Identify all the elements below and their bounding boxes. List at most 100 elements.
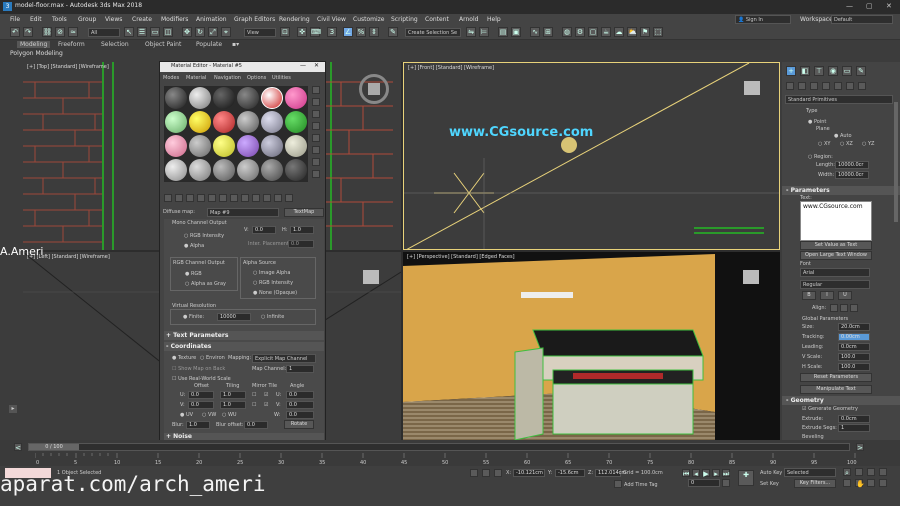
map-name-field[interactable]: Map #9 (207, 208, 279, 217)
key-filters-button[interactable]: Key Filters... (794, 479, 836, 488)
sample-slot[interactable] (189, 87, 211, 109)
radio-xz[interactable]: ○ XZ (840, 141, 853, 147)
blur-offset-field[interactable]: 0.0 (244, 421, 268, 429)
lock-selection-icon[interactable] (482, 469, 490, 477)
bind-spacewarp-icon[interactable]: ≈ (68, 27, 78, 37)
radio-texture[interactable]: ● Texture (172, 355, 196, 361)
make-preview-icon[interactable] (312, 146, 320, 154)
toggle-ribbon-icon[interactable]: ▣ (511, 27, 521, 37)
hscale-field[interactable]: 100.0 (838, 363, 870, 371)
show-shaded-icon[interactable] (252, 194, 260, 202)
go-start-icon[interactable]: ⏮ (682, 469, 690, 478)
sample-uv-icon[interactable] (312, 122, 320, 130)
modify-tab-icon[interactable]: ◧ (800, 66, 810, 76)
unlink-icon[interactable]: ⊘ (55, 27, 65, 37)
close-icon[interactable]: ✕ (886, 2, 892, 10)
v-field[interactable]: 0.0 (252, 226, 276, 234)
sample-slot[interactable] (165, 159, 187, 181)
helpers-icon[interactable] (834, 82, 842, 90)
go-end-icon[interactable]: ⏭ (722, 469, 730, 478)
font-dropdown[interactable]: Arial (800, 268, 870, 277)
tab-object-paint[interactable]: Object Paint (145, 41, 181, 48)
u-offset-field[interactable]: 0.0 (188, 391, 214, 399)
generate-geometry-checkbox[interactable]: ☑ Generate Geometry (802, 406, 858, 412)
play-icon[interactable]: ▶ (702, 469, 710, 478)
sample-slot[interactable] (189, 111, 211, 133)
create-tab-icon[interactable]: + (786, 66, 796, 76)
finite-field[interactable]: 10000 (217, 313, 251, 321)
named-selection-dropdown[interactable]: Create Selection Se (405, 28, 461, 37)
menu-graph-editors[interactable]: Graph Editors (234, 16, 275, 23)
menu-views[interactable]: Views (105, 16, 122, 23)
select-by-name-icon[interactable]: ☰ (137, 27, 147, 37)
render-setup-icon[interactable]: ⚙ (575, 27, 585, 37)
ribbon-options-icon[interactable]: ▪▾ (232, 41, 239, 48)
radio-uv[interactable]: ● UV (180, 412, 193, 418)
length-field[interactable]: 10000.0cr (835, 161, 869, 169)
rollout-parameters[interactable]: - Parameters (782, 186, 900, 195)
reset-parameters-button[interactable]: Reset Parameters (800, 373, 872, 382)
zoom-extents-icon[interactable] (867, 468, 875, 476)
sample-slot[interactable] (189, 159, 211, 181)
extrude-field[interactable]: 0.0cm (838, 415, 870, 423)
viewcube-icon[interactable] (359, 74, 389, 104)
spacewarps-icon[interactable] (846, 82, 854, 90)
radio-image-alpha[interactable]: ○ Image Alpha (253, 270, 290, 276)
curve-editor-icon[interactable]: ∿ (530, 27, 540, 37)
sample-slot[interactable] (237, 159, 259, 181)
edit-named-sel-icon[interactable]: ✎ (388, 27, 398, 37)
sample-slot[interactable] (213, 159, 235, 181)
sample-slot[interactable] (213, 111, 235, 133)
set-value-button[interactable]: Set Value as Text (800, 241, 872, 250)
mat-menu-options[interactable]: Options (247, 75, 266, 81)
display-tab-icon[interactable]: ▭ (842, 66, 852, 76)
go-to-parent-icon[interactable] (274, 194, 282, 202)
sample-slot[interactable] (261, 159, 283, 181)
mapping-dropdown[interactable]: Explicit Map Channel (252, 354, 316, 363)
make-unique-icon[interactable] (219, 194, 227, 202)
isolate-icon[interactable] (470, 469, 478, 477)
radio-alpha[interactable]: ● Alpha (184, 243, 204, 249)
sample-slot[interactable] (237, 135, 259, 157)
mat-menu-material[interactable]: Material (186, 75, 206, 81)
utilities-tab-icon[interactable]: ✎ (856, 66, 866, 76)
assign-material-icon[interactable] (186, 194, 194, 202)
viewcube-icon[interactable] (744, 81, 760, 95)
radio-xy[interactable]: ○ XY (818, 141, 830, 147)
radio-region[interactable]: ○ Region: (808, 154, 833, 160)
maximize-icon[interactable]: ▢ (866, 2, 873, 10)
radio-rgb-intensity-alpha[interactable]: ○ RGB Intensity (253, 280, 293, 286)
align-right-icon[interactable] (850, 304, 858, 312)
v-offset-field[interactable]: 0.0 (188, 401, 214, 409)
spinner-snap-icon[interactable]: ⇕ (369, 27, 379, 37)
angle-snap-icon[interactable]: ∠ (343, 27, 353, 37)
radio-yz[interactable]: ○ YZ (862, 141, 874, 147)
x-coord-field[interactable]: -10.121cm (513, 469, 545, 477)
percent-snap-icon[interactable]: % (356, 27, 366, 37)
u-tile-checkbox[interactable]: ☑ (264, 392, 268, 398)
radio-infinite[interactable]: ○ Infinite (261, 314, 284, 320)
render-share-icon[interactable]: ⬚ (653, 27, 663, 37)
italic-button[interactable]: I (820, 291, 834, 300)
time-tag-icon[interactable] (614, 480, 622, 488)
radio-none-opaque[interactable]: ● None (Opaque) (253, 290, 297, 296)
time-config-icon[interactable] (722, 479, 730, 487)
v-tiling-field[interactable]: 1.0 (220, 401, 246, 409)
radio-rgb[interactable]: ● RGB (185, 271, 202, 277)
orbit-icon[interactable] (867, 479, 875, 487)
material-id-icon[interactable] (241, 194, 249, 202)
sign-in-dropdown[interactable]: 👤 Sign In (735, 15, 791, 24)
ref-coord-dropdown[interactable]: View (244, 28, 276, 37)
menu-help[interactable]: Help (487, 16, 501, 23)
menu-create[interactable]: Create (132, 16, 152, 23)
options-icon[interactable] (312, 158, 320, 166)
put-to-library-icon[interactable] (230, 194, 238, 202)
current-frame-field[interactable]: 0 (688, 479, 720, 487)
radio-vw[interactable]: ○ VW (202, 412, 216, 418)
render-production-icon[interactable]: ☕ (601, 27, 611, 37)
v-tile-checkbox[interactable]: ☑ (264, 402, 268, 408)
sample-slot[interactable] (213, 135, 235, 157)
vscale-field[interactable]: 100.0 (838, 353, 870, 361)
sample-slot[interactable] (285, 159, 307, 181)
blur-field[interactable]: 1.0 (186, 421, 210, 429)
